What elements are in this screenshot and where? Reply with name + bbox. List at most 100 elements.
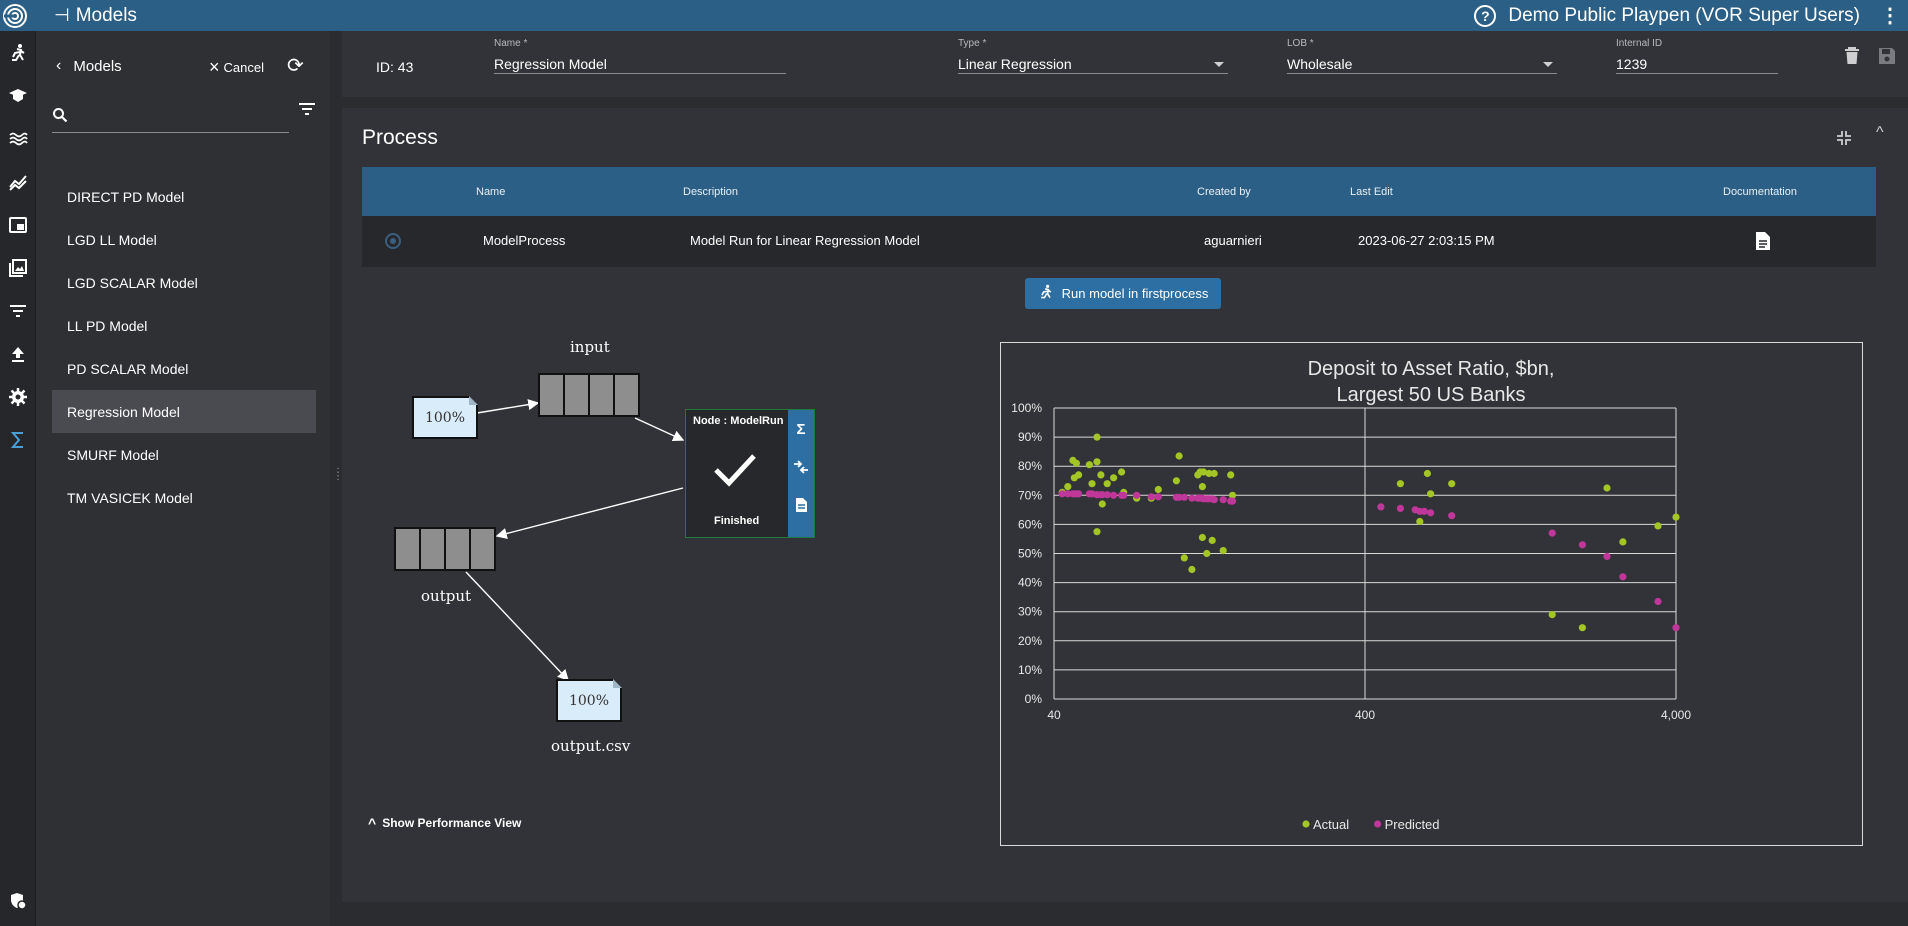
internal-id-input[interactable]: 1239 bbox=[1616, 52, 1778, 74]
input-file-pct: 100% bbox=[424, 409, 466, 426]
help-icon[interactable]: ? bbox=[1474, 4, 1497, 27]
list-item[interactable]: LGD SCALAR Model bbox=[52, 261, 316, 304]
actual-point bbox=[1064, 483, 1072, 491]
list-item[interactable]: TM VASICEK Model bbox=[52, 476, 316, 519]
actual-point bbox=[1210, 469, 1218, 478]
name-field[interactable]: Name * Regression Model bbox=[494, 38, 786, 74]
actual-point bbox=[1396, 480, 1404, 488]
row-description: Model Run for Linear Regression Model bbox=[690, 233, 920, 248]
search-input[interactable] bbox=[78, 107, 283, 129]
predicted-point bbox=[1448, 512, 1456, 520]
gallery-icon[interactable] bbox=[0, 246, 36, 289]
y-tick-label: 70% bbox=[1018, 488, 1042, 502]
lob-value-wrap[interactable]: Wholesale bbox=[1287, 52, 1557, 74]
save-icon[interactable] bbox=[1878, 47, 1896, 70]
predicted-point bbox=[1228, 497, 1237, 505]
model-header-card: ID: 43 Name * Regression Model Type * Li… bbox=[342, 31, 1908, 97]
legend-marker bbox=[1302, 820, 1310, 828]
predicted-point bbox=[1420, 507, 1428, 515]
model-run-node[interactable]: Node : ModelRun Finished Σ bbox=[685, 409, 815, 538]
list-item[interactable]: LL PD Model bbox=[52, 304, 316, 347]
lob-select[interactable]: LOB * Wholesale bbox=[1287, 38, 1557, 74]
refresh-icon[interactable]: ⟳ bbox=[287, 53, 304, 78]
document-icon[interactable] bbox=[788, 486, 814, 524]
chevron-up-icon[interactable]: ^ bbox=[1876, 124, 1884, 142]
collapse-arrows-icon[interactable] bbox=[1836, 130, 1852, 149]
back-label: Models bbox=[73, 57, 122, 75]
cancel-button[interactable]: × Cancel bbox=[209, 57, 264, 78]
lob-value: Wholesale bbox=[1287, 56, 1353, 72]
actual-point bbox=[1548, 611, 1556, 619]
security-icon[interactable] bbox=[0, 879, 36, 922]
type-select[interactable]: Type * Linear Regression bbox=[958, 38, 1228, 74]
chart-title-line2: Largest 50 US Banks bbox=[1337, 384, 1526, 406]
type-value: Linear Regression bbox=[958, 56, 1072, 72]
actual-point bbox=[1208, 536, 1216, 544]
app-logo-icon[interactable] bbox=[0, 0, 30, 31]
performance-view-toggle[interactable]: ^ Show Performance View bbox=[368, 815, 521, 831]
sigma-icon[interactable]: Σ bbox=[788, 410, 814, 448]
type-value-wrap[interactable]: Linear Regression bbox=[958, 52, 1228, 74]
actual-point bbox=[1093, 528, 1101, 536]
list-item[interactable]: LGD LL Model bbox=[52, 218, 316, 261]
row-radio[interactable] bbox=[385, 233, 401, 249]
models-sidebar: ‹ Models × Cancel ⟳ DIRECT PD Model LGD … bbox=[36, 31, 330, 926]
predicted-point bbox=[1180, 493, 1188, 501]
input-file-node[interactable]: 100% bbox=[412, 396, 478, 439]
col-documentation[interactable]: Documentation bbox=[1723, 186, 1797, 198]
col-created-by[interactable]: Created by bbox=[1197, 186, 1251, 198]
picture-in-picture-icon[interactable] bbox=[0, 203, 36, 246]
search-icon bbox=[52, 107, 68, 128]
sigma-icon[interactable] bbox=[0, 418, 36, 461]
col-name[interactable]: Name bbox=[476, 186, 505, 198]
name-label: Name * bbox=[494, 38, 528, 49]
actual-point bbox=[1110, 474, 1118, 482]
top-app-bar: ⊣ Models ? Demo Public Playpen (VOR Supe… bbox=[0, 0, 1908, 31]
output-label: output bbox=[421, 587, 472, 605]
col-last-edit[interactable]: Last Edit bbox=[1350, 186, 1393, 198]
document-icon[interactable] bbox=[1755, 231, 1771, 256]
predicted-point bbox=[1427, 509, 1435, 517]
filter-list-icon[interactable] bbox=[298, 101, 316, 122]
name-input[interactable]: Regression Model bbox=[494, 52, 786, 74]
output-file-node[interactable]: 100% bbox=[556, 679, 622, 722]
more-menu-icon[interactable]: ⋮ bbox=[1878, 3, 1902, 28]
school-icon[interactable] bbox=[0, 74, 36, 117]
input-label: input bbox=[570, 338, 610, 356]
list-item[interactable]: SMURF Model bbox=[52, 433, 316, 476]
input-queue-node[interactable] bbox=[538, 373, 640, 417]
predicted-point bbox=[1619, 573, 1627, 581]
filter-icon[interactable] bbox=[0, 289, 36, 332]
actual-point bbox=[1085, 461, 1093, 469]
list-item[interactable]: PD SCALAR Model bbox=[52, 347, 316, 390]
output-queue-node[interactable] bbox=[394, 527, 496, 571]
y-tick-label: 0% bbox=[1025, 692, 1043, 706]
actual-point bbox=[1172, 477, 1180, 485]
predicted-point bbox=[1210, 496, 1218, 504]
search-field bbox=[52, 103, 289, 133]
upload-icon[interactable] bbox=[0, 332, 36, 375]
y-tick-label: 60% bbox=[1018, 517, 1042, 531]
col-description[interactable]: Description bbox=[683, 186, 738, 198]
compress-arrows-icon[interactable] bbox=[788, 448, 814, 486]
back-to-models-button[interactable]: ‹ Models bbox=[56, 57, 122, 75]
predicted-point bbox=[1154, 493, 1162, 501]
predicted-point bbox=[1075, 490, 1083, 498]
run-icon[interactable] bbox=[0, 31, 36, 74]
actual-point bbox=[1427, 490, 1435, 498]
list-item-selected[interactable]: Regression Model bbox=[52, 390, 316, 433]
trend-icon[interactable] bbox=[0, 160, 36, 203]
organization-name[interactable]: Demo Public Playpen (VOR Super Users) bbox=[1508, 5, 1860, 27]
run-model-button[interactable]: Run model in firstprocess bbox=[1025, 278, 1221, 309]
settings-icon[interactable] bbox=[0, 375, 36, 418]
scatter-chart: Deposit to Asset Ratio, $bn, Largest 50 … bbox=[1000, 342, 1863, 846]
list-item[interactable]: DIRECT PD Model bbox=[52, 175, 316, 218]
x-tick-label: 40 bbox=[1047, 708, 1061, 722]
actual-point bbox=[1093, 458, 1101, 466]
internal-id-field[interactable]: Internal ID 1239 bbox=[1616, 38, 1778, 74]
panel-resize-handle[interactable]: ⋮ ⋮ bbox=[333, 468, 343, 497]
delete-icon[interactable] bbox=[1844, 47, 1860, 70]
run-icon bbox=[1038, 284, 1054, 303]
table-row[interactable]: ModelProcess Model Run for Linear Regres… bbox=[362, 216, 1876, 267]
waves-icon[interactable] bbox=[0, 117, 36, 160]
